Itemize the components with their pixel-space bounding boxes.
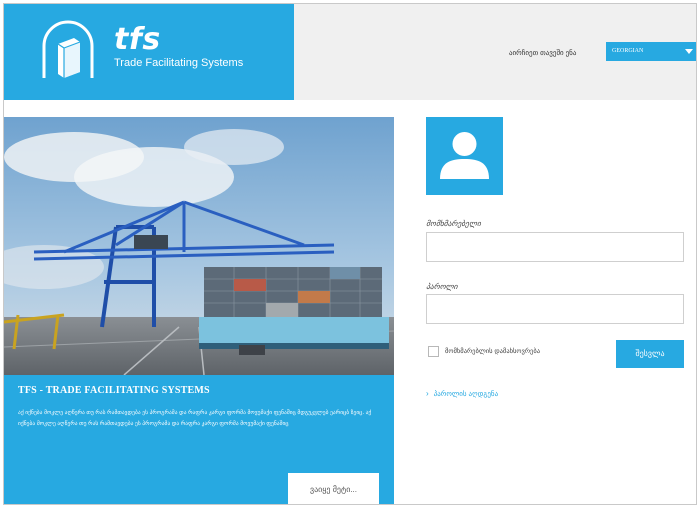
- remember-me-label: მომხმარებლის დამახსოვრება: [445, 348, 541, 355]
- caret-down-icon: [685, 49, 693, 54]
- forgot-password-link[interactable]: › პაროლის აღდგენა: [426, 389, 498, 398]
- password-input[interactable]: [426, 294, 684, 324]
- username-label: მომხმარებელი: [426, 219, 481, 228]
- logo-subtitle: Trade Facilitating Systems: [114, 57, 244, 69]
- language-label: აირჩიეთ თავეში ენა: [509, 50, 577, 57]
- port-photo: [4, 117, 394, 375]
- box-logo-icon: [40, 20, 96, 80]
- promo-panel: TFS - TRADE FACILITATING SYSTEMS აქ იქნე…: [4, 117, 394, 504]
- logo-title: tfs: [114, 22, 161, 57]
- forgot-password-label: პაროლის აღდგენა: [433, 391, 499, 398]
- login-button[interactable]: შესვლა: [616, 340, 684, 368]
- header: tfs Trade Facilitating Systems აირჩიეთ თ…: [4, 4, 696, 100]
- username-input[interactable]: [426, 232, 684, 262]
- password-label: პაროლი: [426, 282, 458, 291]
- language-select[interactable]: GEORGIAN: [606, 42, 696, 61]
- remember-me-checkbox[interactable]: [428, 346, 439, 357]
- login-page: tfs Trade Facilitating Systems აირჩიეთ თ…: [3, 3, 697, 505]
- brand-panel: tfs Trade Facilitating Systems: [4, 4, 294, 100]
- promo-title: TFS - TRADE FACILITATING SYSTEMS: [18, 385, 210, 396]
- chevron-right-icon: ›: [426, 389, 429, 398]
- promo-description: აქ იქნება მოკლე აღწერა თუ რას რამთავდება…: [18, 410, 372, 427]
- promo-info: TFS - TRADE FACILITATING SYSTEMS აქ იქნე…: [4, 375, 394, 504]
- language-value: GEORGIAN: [612, 48, 644, 54]
- user-silhouette-icon: [426, 117, 503, 195]
- logo-text: tfs Trade Facilitating Systems: [114, 22, 244, 70]
- read-more-button[interactable]: ვაიყე მეტი...: [288, 473, 379, 504]
